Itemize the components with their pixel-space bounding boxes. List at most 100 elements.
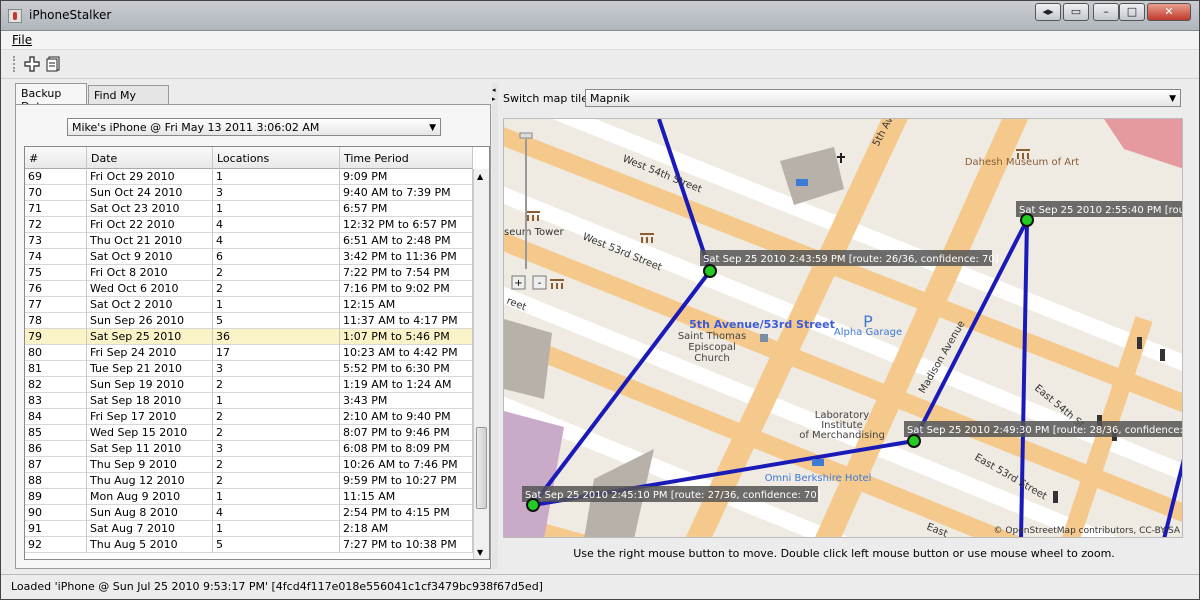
- table-cell: 7:16 PM to 9:02 PM: [340, 281, 473, 297]
- table-row[interactable]: 86 Sat Sep 11 2010 3 6:08 PM to 8:09 PM: [25, 441, 473, 457]
- zoom-in-button[interactable]: +: [511, 275, 526, 290]
- map-attribution: © OpenStreetMap contributors, CC-BY-SA: [994, 526, 1181, 536]
- table-scrollbar[interactable]: ▲ ▼: [473, 169, 489, 559]
- svg-text:-: -: [538, 278, 542, 289]
- table-cell: Fri Oct 8 2010: [87, 265, 213, 281]
- table-cell: 2:10 AM to 9:40 PM: [340, 409, 473, 425]
- table-cell: 2: [213, 457, 340, 473]
- table-row[interactable]: 90 Sun Aug 8 2010 4 2:54 PM to 4:15 PM: [25, 505, 473, 521]
- device-backup-select[interactable]: Mike's iPhone @ Fri May 13 2011 3:06:02 …: [67, 118, 441, 136]
- table-cell: 11:37 AM to 4:17 PM: [340, 313, 473, 329]
- table-row[interactable]: 80 Fri Sep 24 2010 17 10:23 AM to 4:42 PM: [25, 345, 473, 361]
- route-marker-label: Sat Sep 25 2010 2:45:10 PM [route: 27/36…: [522, 486, 821, 502]
- table-cell: 12:32 PM to 6:57 PM: [340, 217, 473, 233]
- svg-text:Sat Sep 25 2010 2:43:59 PM [ro: Sat Sep 25 2010 2:43:59 PM [route: 26/36…: [703, 254, 999, 265]
- app-window: iPhoneStalker ◂▸ ▭ – □ ✕ File Backup Dat…: [0, 0, 1200, 600]
- table-cell: 91: [25, 521, 87, 537]
- table-row[interactable]: 71 Sat Oct 23 2010 1 6:57 PM: [25, 201, 473, 217]
- table-cell: Sun Sep 19 2010: [87, 377, 213, 393]
- table-cell: 92: [25, 537, 87, 553]
- split-pane-divider[interactable]: ◂ ▸: [492, 83, 498, 569]
- table-cell: 9:09 PM: [340, 169, 473, 185]
- close-button[interactable]: ✕: [1147, 3, 1191, 21]
- route-marker[interactable]: [703, 264, 717, 278]
- backup-table: # Date Locations Time Period 69 Fri Oct 2…: [24, 146, 490, 560]
- toolbar: [1, 50, 1199, 79]
- title-bar[interactable]: iPhoneStalker ◂▸ ▭ – □ ✕: [1, 1, 1199, 31]
- route-marker[interactable]: [1020, 213, 1034, 227]
- table-cell: Sat Sep 18 2010: [87, 393, 213, 409]
- tab-backup-data[interactable]: Backup Data: [15, 83, 87, 113]
- table-cell: Thu Aug 5 2010: [87, 537, 213, 553]
- scrollbar-thumb[interactable]: [476, 427, 487, 509]
- table-row[interactable]: 82 Sun Sep 19 2010 2 1:19 AM to 1:24 AM: [25, 377, 473, 393]
- table-cell: 85: [25, 425, 87, 441]
- table-row[interactable]: 92 Thu Aug 5 2010 5 7:27 PM to 10:38 PM: [25, 537, 473, 553]
- zoom-slider-thumb: [519, 132, 533, 139]
- table-cell: 1:19 AM to 1:24 AM: [340, 377, 473, 393]
- table-cell: Wed Sep 15 2010: [87, 425, 213, 441]
- col-header-date[interactable]: Date: [87, 147, 213, 169]
- table-row[interactable]: 74 Sat Oct 9 2010 6 3:42 PM to 11:36 PM: [25, 249, 473, 265]
- table-row[interactable]: 76 Wed Oct 6 2010 2 7:16 PM to 9:02 PM: [25, 281, 473, 297]
- table-cell: 1:07 PM to 5:46 PM: [340, 329, 473, 345]
- route-marker[interactable]: [907, 434, 921, 448]
- table-row[interactable]: 87 Thu Sep 9 2010 2 10:26 AM to 7:46 PM: [25, 457, 473, 473]
- table-cell: Thu Aug 12 2010: [87, 473, 213, 489]
- table-row[interactable]: 73 Thu Oct 21 2010 4 6:51 AM to 2:48 PM: [25, 233, 473, 249]
- table-row[interactable]: 81 Tue Sep 21 2010 3 5:52 PM to 6:30 PM: [25, 361, 473, 377]
- table-cell: 5: [213, 537, 340, 553]
- table-cell: 4: [213, 505, 340, 521]
- map-view[interactable]: West 54th Street West 53rd Street Madiso…: [503, 118, 1183, 538]
- minimize-button[interactable]: –: [1093, 3, 1119, 21]
- table-row[interactable]: 77 Sat Oct 2 2010 1 12:15 AM: [25, 297, 473, 313]
- backup-icon[interactable]: [45, 55, 63, 73]
- menu-file[interactable]: File: [12, 33, 32, 47]
- table-row[interactable]: 89 Mon Aug 9 2010 1 11:15 AM: [25, 489, 473, 505]
- map-canvas[interactable]: West 54th Street West 53rd Street Madiso…: [504, 119, 1183, 538]
- col-header-number[interactable]: #: [25, 147, 87, 169]
- tab-find-my-iphone[interactable]: Find My iPhone: [88, 85, 169, 115]
- col-header-time-period[interactable]: Time Period: [340, 147, 473, 169]
- table-row[interactable]: 69 Fri Oct 29 2010 1 9:09 PM: [25, 169, 473, 185]
- table-cell: 1: [213, 169, 340, 185]
- table-row[interactable]: 88 Thu Aug 12 2010 2 9:59 PM to 10:27 PM: [25, 473, 473, 489]
- table-row[interactable]: 75 Fri Oct 8 2010 2 7:22 PM to 7:54 PM: [25, 265, 473, 281]
- maximize-button[interactable]: □: [1119, 3, 1145, 21]
- scroll-up-icon[interactable]: ▲: [477, 172, 483, 181]
- table-header: # Date Locations Time Period: [25, 147, 473, 169]
- route-marker[interactable]: [526, 498, 540, 512]
- map-tile-select[interactable]: Mapnik ▼: [585, 89, 1181, 107]
- table-cell: 1: [213, 489, 340, 505]
- table-cell: 8:07 PM to 9:46 PM: [340, 425, 473, 441]
- table-row[interactable]: 91 Sat Aug 7 2010 1 2:18 AM: [25, 521, 473, 537]
- zoom-out-button[interactable]: -: [532, 275, 547, 290]
- table-cell: 3:43 PM: [340, 393, 473, 409]
- table-row[interactable]: 72 Fri Oct 22 2010 4 12:32 PM to 6:57 PM: [25, 217, 473, 233]
- table-cell: Fri Oct 22 2010: [87, 217, 213, 233]
- table-row[interactable]: 78 Sun Sep 26 2010 5 11:37 AM to 4:17 PM: [25, 313, 473, 329]
- chevron-down-icon: ▼: [429, 123, 436, 133]
- table-cell: 5:52 PM to 6:30 PM: [340, 361, 473, 377]
- table-cell: 1: [213, 521, 340, 537]
- collapse-right-icon[interactable]: ▸: [492, 95, 496, 103]
- table-cell: 36: [213, 329, 340, 345]
- add-icon[interactable]: [23, 55, 41, 73]
- table-row[interactable]: 85 Wed Sep 15 2010 2 8:07 PM to 9:46 PM: [25, 425, 473, 441]
- tile-icon-button[interactable]: ▭: [1063, 3, 1089, 21]
- table-row[interactable]: 83 Sat Sep 18 2010 1 3:43 PM: [25, 393, 473, 409]
- table-cell: 84: [25, 409, 87, 425]
- table-row[interactable]: 70 Sun Oct 24 2010 3 9:40 AM to 7:39 PM: [25, 185, 473, 201]
- table-cell: Sat Oct 2 2010: [87, 297, 213, 313]
- table-row[interactable]: 79 Sat Sep 25 2010 36 1:07 PM to 5:46 PM: [25, 329, 473, 345]
- table-cell: 10:26 AM to 7:46 PM: [340, 457, 473, 473]
- place-label: Omni Berkshire Hotel: [765, 473, 872, 484]
- table-cell: Wed Oct 6 2010: [87, 281, 213, 297]
- collapse-left-icon[interactable]: ◂: [492, 86, 496, 94]
- col-header-locations[interactable]: Locations: [213, 147, 340, 169]
- restore-arrows-button[interactable]: ◂▸: [1035, 3, 1061, 21]
- table-row[interactable]: 84 Fri Sep 17 2010 2 2:10 AM to 9:40 PM: [25, 409, 473, 425]
- toolbar-grip[interactable]: [13, 56, 15, 72]
- scroll-down-icon[interactable]: ▼: [477, 548, 483, 557]
- table-cell: Fri Sep 24 2010: [87, 345, 213, 361]
